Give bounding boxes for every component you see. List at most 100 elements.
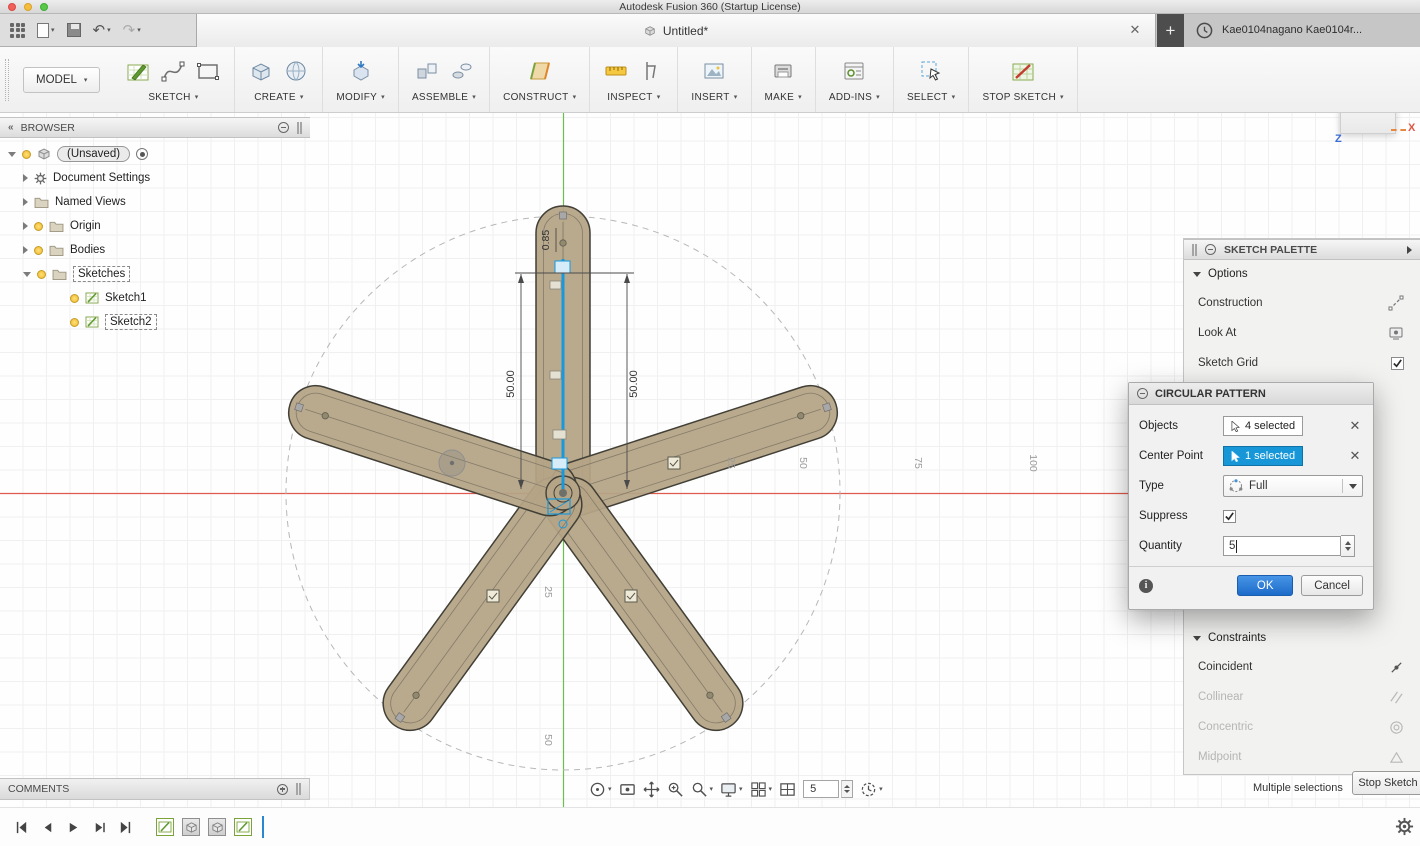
- select-button[interactable]: [918, 58, 944, 84]
- expander-icon[interactable]: [23, 198, 28, 206]
- comments-bar[interactable]: COMMENTS: [0, 778, 310, 800]
- sketch-grid-checkbox[interactable]: [1391, 356, 1404, 370]
- objects-selection-chip[interactable]: 4 selected: [1223, 416, 1304, 436]
- visibility-bulb-icon[interactable]: [37, 269, 46, 279]
- grid-scale-stepper[interactable]: [841, 780, 854, 798]
- tree-row-bodies[interactable]: Bodies: [8, 238, 310, 262]
- orbit-button[interactable]: ▾: [588, 780, 613, 799]
- timeline-position-marker[interactable]: [262, 816, 264, 838]
- viewports-button[interactable]: [778, 780, 797, 799]
- root-document-label[interactable]: (Unsaved): [57, 146, 131, 162]
- timeline-step-forward-button[interactable]: [90, 818, 108, 836]
- expander-open-icon[interactable]: [8, 151, 16, 157]
- center-point-selection-chip[interactable]: 1 selected: [1223, 446, 1304, 466]
- expander-icon[interactable]: [23, 174, 28, 182]
- menu-make[interactable]: MAKE ▾: [765, 92, 802, 103]
- constraints-section-header[interactable]: Constraints: [1184, 624, 1420, 652]
- constraint-midpoint[interactable]: Midpoint: [1184, 742, 1420, 772]
- panel-grip[interactable]: [1192, 243, 1197, 256]
- collapse-panel-icon[interactable]: «: [8, 122, 13, 133]
- menu-inspect[interactable]: INSPECT ▾: [607, 92, 660, 103]
- cancel-button[interactable]: Cancel: [1301, 575, 1363, 596]
- construct-plane-button[interactable]: [527, 58, 553, 84]
- make-button[interactable]: [770, 58, 796, 84]
- new-tab-button[interactable]: +: [1157, 14, 1184, 47]
- expander-open-icon[interactable]: [23, 271, 31, 277]
- timeline-go-to-end-button[interactable]: [116, 818, 134, 836]
- save-button[interactable]: [66, 23, 81, 37]
- tree-row-named-views[interactable]: Named Views: [8, 190, 310, 214]
- workspace-switcher[interactable]: MODEL ▾: [23, 67, 101, 93]
- construction-icon[interactable]: [1388, 295, 1404, 311]
- toolbar-grip[interactable]: [5, 59, 9, 101]
- display-settings-button[interactable]: ▾: [719, 780, 744, 799]
- minimize-panel-icon[interactable]: [278, 122, 289, 133]
- constraint-concentric[interactable]: Concentric: [1184, 712, 1420, 742]
- joint-button[interactable]: [449, 58, 475, 84]
- create-sketch-button[interactable]: [125, 58, 151, 84]
- minimize-window-button[interactable]: [24, 3, 32, 11]
- turntable-button[interactable]: ▾: [859, 780, 884, 799]
- insert-canvas-button[interactable]: [701, 58, 727, 84]
- create-form-button[interactable]: [283, 58, 309, 84]
- sketch-palette-header[interactable]: SKETCH PALETTE: [1184, 239, 1420, 260]
- visibility-bulb-icon[interactable]: [34, 221, 43, 231]
- press-pull-button[interactable]: [348, 58, 374, 84]
- coincident-icon[interactable]: [1389, 660, 1404, 675]
- spline-tool-button[interactable]: [160, 58, 186, 84]
- ok-button[interactable]: OK: [1237, 575, 1294, 596]
- options-section-header[interactable]: Options: [1184, 260, 1420, 288]
- panel-grip[interactable]: [297, 121, 302, 134]
- clear-center-point-icon[interactable]: ✕: [1347, 448, 1363, 464]
- tree-row-origin[interactable]: Origin: [8, 214, 310, 238]
- constraint-coincident[interactable]: Coincident: [1184, 652, 1420, 682]
- expander-icon[interactable]: [23, 246, 28, 254]
- browser-header[interactable]: « BROWSER: [0, 117, 310, 138]
- dialog-header[interactable]: CIRCULAR PATTERN: [1129, 383, 1373, 405]
- zoom-button[interactable]: ▾: [690, 780, 715, 799]
- preferences-gear-button[interactable]: [1395, 817, 1414, 841]
- look-at-icon[interactable]: [1388, 325, 1404, 341]
- menu-construct[interactable]: CONSTRUCT ▾: [503, 92, 576, 103]
- panel-grip[interactable]: [296, 783, 301, 795]
- measure-button[interactable]: [603, 58, 629, 84]
- type-dropdown[interactable]: Full: [1223, 475, 1363, 497]
- timeline-feature-sketch[interactable]: [156, 818, 174, 836]
- user-account-button[interactable]: Kae0104nagano Kae0104r...: [1222, 14, 1414, 47]
- addins-button[interactable]: [841, 58, 867, 84]
- pan-button[interactable]: [642, 780, 661, 799]
- menu-stop-sketch[interactable]: STOP SKETCH ▾: [982, 92, 1063, 103]
- stop-sketch-button[interactable]: Stop Sketch: [1352, 771, 1420, 795]
- menu-sketch[interactable]: SKETCH ▾: [148, 92, 198, 103]
- visibility-bulb-icon[interactable]: [34, 245, 43, 255]
- grid-settings-button[interactable]: ▾: [749, 780, 774, 799]
- timeline-feature-body[interactable]: [182, 818, 200, 836]
- close-window-button[interactable]: [8, 3, 16, 11]
- minimize-dialog-icon[interactable]: [1137, 388, 1148, 399]
- undo-button[interactable]: ↶ ▾: [93, 23, 111, 38]
- expander-icon[interactable]: [23, 222, 28, 230]
- menu-create[interactable]: CREATE ▾: [254, 92, 303, 103]
- menu-modify[interactable]: MODIFY ▾: [336, 92, 385, 103]
- menu-insert[interactable]: INSERT ▾: [691, 92, 737, 103]
- menu-select[interactable]: SELECT ▾: [907, 92, 956, 103]
- timeline-go-to-start-button[interactable]: [12, 818, 30, 836]
- timeline-feature-body[interactable]: [208, 818, 226, 836]
- activate-component-radio[interactable]: [136, 148, 149, 160]
- add-comment-icon[interactable]: [277, 783, 288, 795]
- visibility-bulb-icon[interactable]: [22, 149, 31, 159]
- redo-button[interactable]: ↷ ▾: [123, 23, 141, 38]
- constraint-collinear[interactable]: Collinear: [1184, 682, 1420, 712]
- tree-row-sketch1[interactable]: Sketch1: [8, 286, 310, 310]
- timeline-play-button[interactable]: [64, 818, 82, 836]
- file-menu-button[interactable]: ▾: [37, 22, 55, 38]
- quantity-input[interactable]: 5: [1223, 536, 1341, 556]
- tree-row-sketches[interactable]: Sketches: [8, 262, 310, 286]
- clear-objects-icon[interactable]: ✕: [1347, 418, 1363, 434]
- timeline-step-back-button[interactable]: [38, 818, 56, 836]
- option-sketch-grid[interactable]: Sketch Grid: [1184, 348, 1420, 378]
- visibility-bulb-icon[interactable]: [70, 317, 79, 327]
- job-status-button[interactable]: [1196, 22, 1213, 44]
- tree-row-root[interactable]: (Unsaved): [8, 142, 310, 166]
- new-component-button[interactable]: [414, 58, 440, 84]
